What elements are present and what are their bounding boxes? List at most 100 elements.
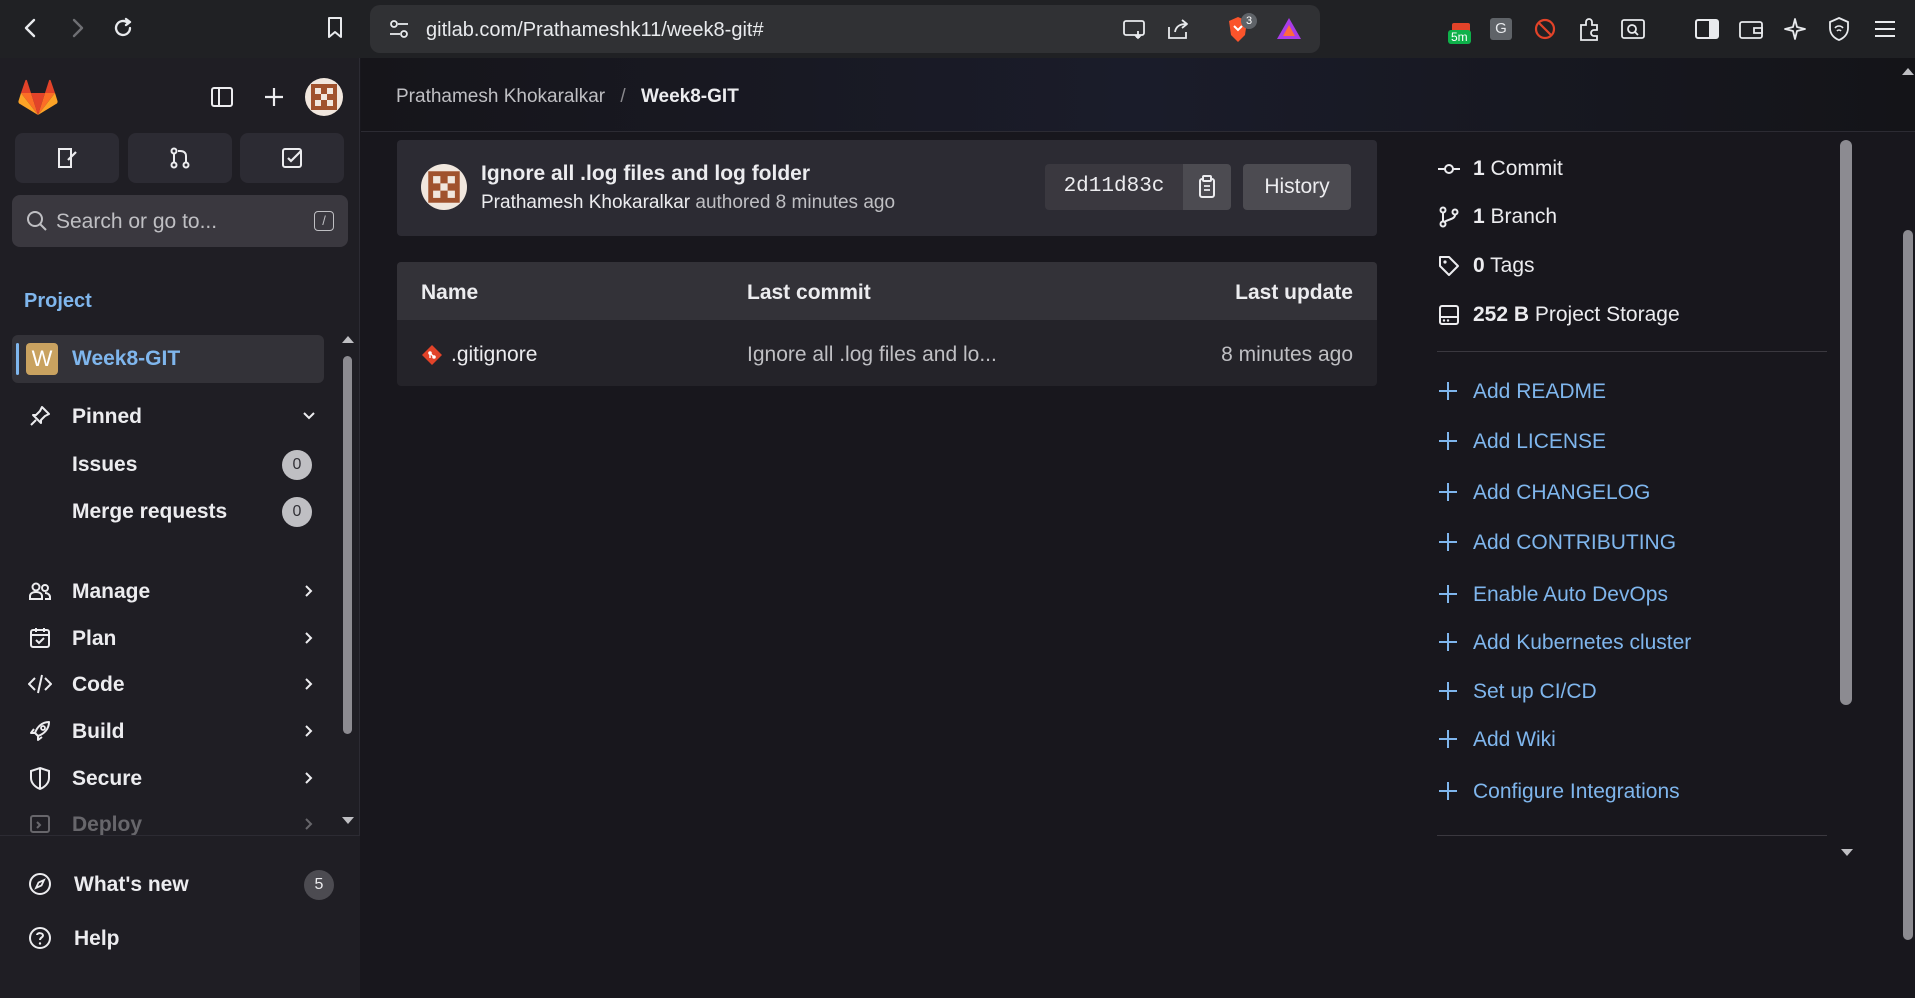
sidebar-item-code[interactable]: Code bbox=[28, 666, 318, 702]
help-label: Help bbox=[74, 927, 120, 950]
sidebar-item-plan[interactable]: Plan bbox=[28, 620, 318, 656]
brave-rewards-icon[interactable] bbox=[1275, 16, 1303, 42]
wallet-icon[interactable] bbox=[1738, 16, 1764, 42]
chevron-right-icon bbox=[300, 722, 318, 740]
sidebar-section-label: Project bbox=[24, 290, 92, 312]
timer-extension-icon[interactable]: 5m bbox=[1448, 16, 1474, 44]
clipboard-icon bbox=[1199, 175, 1215, 198]
project-sidebar: Search or go to... / Project W Week8-GIT… bbox=[0, 58, 360, 998]
search-input[interactable]: Search or go to... / bbox=[12, 195, 348, 247]
sidebar-item-label: Build bbox=[72, 720, 125, 743]
search-shortcut-key: / bbox=[314, 211, 334, 231]
back-icon[interactable] bbox=[16, 13, 46, 43]
merge-requests-shortcut-button[interactable] bbox=[128, 133, 232, 183]
gitlab-logo-icon[interactable] bbox=[18, 78, 58, 116]
g-extension-icon[interactable]: G bbox=[1488, 16, 1514, 42]
sidebar-toggle-icon[interactable] bbox=[1694, 16, 1720, 42]
commit-title-link[interactable]: Ignore all .log files and log folder bbox=[481, 162, 810, 186]
commit-meta: Prathamesh Khokaralkar authored 8 minute… bbox=[481, 192, 895, 214]
sidebar-item-label: Plan bbox=[72, 627, 117, 650]
sidebar-item-label: Deploy bbox=[72, 813, 143, 836]
brave-badge: 3 bbox=[1241, 13, 1257, 29]
breadcrumb: Prathamesh Khokaralkar / Week8-GIT bbox=[396, 86, 739, 108]
sidebar-item-pinned[interactable]: Pinned bbox=[28, 398, 318, 434]
commits-count: 1 bbox=[1473, 157, 1485, 180]
user-avatar[interactable] bbox=[305, 78, 343, 116]
bookmark-icon[interactable] bbox=[320, 13, 350, 43]
sidebar-scrollbar[interactable] bbox=[343, 356, 352, 734]
info-panel-scrollbar[interactable] bbox=[1840, 140, 1852, 705]
whats-new-count-badge: 5 bbox=[304, 870, 334, 900]
project-name: Week8-GIT bbox=[72, 347, 181, 370]
sidebar-item-label: Manage bbox=[72, 580, 151, 603]
breadcrumb-owner-link[interactable]: Prathamesh Khokaralkar bbox=[396, 86, 605, 107]
create-new-icon[interactable] bbox=[262, 85, 286, 109]
whats-new-button[interactable]: What's new 5 bbox=[28, 866, 334, 902]
site-settings-icon[interactable] bbox=[388, 19, 410, 39]
chevron-right-icon bbox=[300, 815, 318, 833]
sidebar-item-build[interactable]: Build bbox=[28, 713, 318, 749]
column-header-last-update: Last update bbox=[1235, 281, 1353, 304]
chevron-right-icon bbox=[300, 769, 318, 787]
scroll-up-arrow-icon[interactable] bbox=[341, 334, 355, 344]
leo-ai-icon[interactable] bbox=[1782, 16, 1808, 42]
commit-author-avatar[interactable] bbox=[421, 164, 467, 210]
plus-icon bbox=[1437, 680, 1459, 702]
brave-shield-icon[interactable]: 3 bbox=[1225, 13, 1257, 45]
scroll-down-arrow-icon[interactable] bbox=[341, 816, 355, 826]
compass-icon bbox=[28, 872, 52, 896]
copy-sha-button[interactable] bbox=[1183, 164, 1231, 210]
url-text[interactable]: gitlab.com/Prathameshk11/week8-git# bbox=[426, 19, 764, 42]
issues-count-badge: 0 bbox=[282, 450, 312, 480]
commit-author-link[interactable]: Prathamesh Khokaralkar bbox=[481, 192, 690, 213]
plus-icon bbox=[1437, 481, 1459, 503]
search-icon bbox=[26, 210, 48, 232]
sidebar-item-label: Code bbox=[72, 673, 125, 696]
merge-requests-count-badge: 0 bbox=[282, 497, 312, 527]
forward-icon[interactable] bbox=[62, 13, 92, 43]
vpn-icon[interactable] bbox=[1826, 16, 1852, 42]
block-extension-icon[interactable] bbox=[1532, 16, 1558, 42]
history-button[interactable]: History bbox=[1243, 164, 1351, 210]
sidebar-item-secure[interactable]: Secure bbox=[28, 760, 318, 796]
file-last-update: 8 minutes ago bbox=[1221, 343, 1353, 366]
address-bar[interactable]: gitlab.com/Prathameshk11/week8-git# 3 bbox=[370, 5, 1320, 53]
plus-icon bbox=[1437, 380, 1459, 402]
deploy-icon bbox=[28, 812, 52, 836]
cast-icon[interactable] bbox=[1122, 18, 1148, 40]
tag-icon bbox=[1437, 254, 1461, 278]
storage-label: Project Storage bbox=[1529, 303, 1680, 326]
page-scroll-up-icon[interactable] bbox=[1901, 66, 1915, 76]
commit-sha[interactable]: 2d11d83c bbox=[1045, 164, 1183, 210]
extensions-icon[interactable] bbox=[1576, 16, 1602, 42]
sidebar-item-issues[interactable]: Issues 0 bbox=[72, 446, 312, 482]
help-button[interactable]: Help bbox=[28, 920, 318, 956]
search-placeholder: Search or go to... bbox=[56, 210, 218, 233]
chevron-right-icon bbox=[300, 675, 318, 693]
calendar-icon bbox=[28, 626, 52, 650]
collapse-sidebar-icon[interactable] bbox=[210, 86, 234, 108]
storage-icon bbox=[1437, 303, 1461, 327]
file-name-link[interactable]: .gitignore bbox=[451, 343, 537, 367]
branches-count: 1 bbox=[1473, 205, 1485, 228]
reload-icon[interactable] bbox=[108, 13, 138, 43]
commit-icon bbox=[1437, 157, 1461, 181]
todos-shortcut-button[interactable] bbox=[240, 133, 344, 183]
sidebar-item-merge-requests[interactable]: Merge requests 0 bbox=[72, 493, 312, 529]
file-tree-table: Name Last commit Last update .gitignore … bbox=[397, 262, 1377, 386]
commits-label: Commit bbox=[1484, 157, 1563, 180]
screenshot-extension-icon[interactable] bbox=[1620, 16, 1646, 42]
file-last-commit-link[interactable]: Ignore all .log files and lo... bbox=[747, 343, 997, 367]
breadcrumb-project-link[interactable]: Week8-GIT bbox=[641, 86, 739, 107]
sidebar-item-manage[interactable]: Manage bbox=[28, 573, 318, 609]
issues-shortcut-button[interactable] bbox=[15, 133, 119, 183]
page-scrollbar[interactable] bbox=[1903, 230, 1913, 940]
issues-icon bbox=[58, 148, 77, 168]
sidebar-item-label: Secure bbox=[72, 767, 143, 790]
share-icon[interactable] bbox=[1166, 17, 1192, 41]
pin-icon bbox=[28, 404, 52, 428]
info-panel-scroll-down-icon[interactable] bbox=[1840, 848, 1854, 858]
plus-icon bbox=[1437, 531, 1459, 553]
menu-icon[interactable] bbox=[1872, 16, 1898, 42]
sidebar-item-project[interactable]: W Week8-GIT bbox=[12, 335, 324, 383]
